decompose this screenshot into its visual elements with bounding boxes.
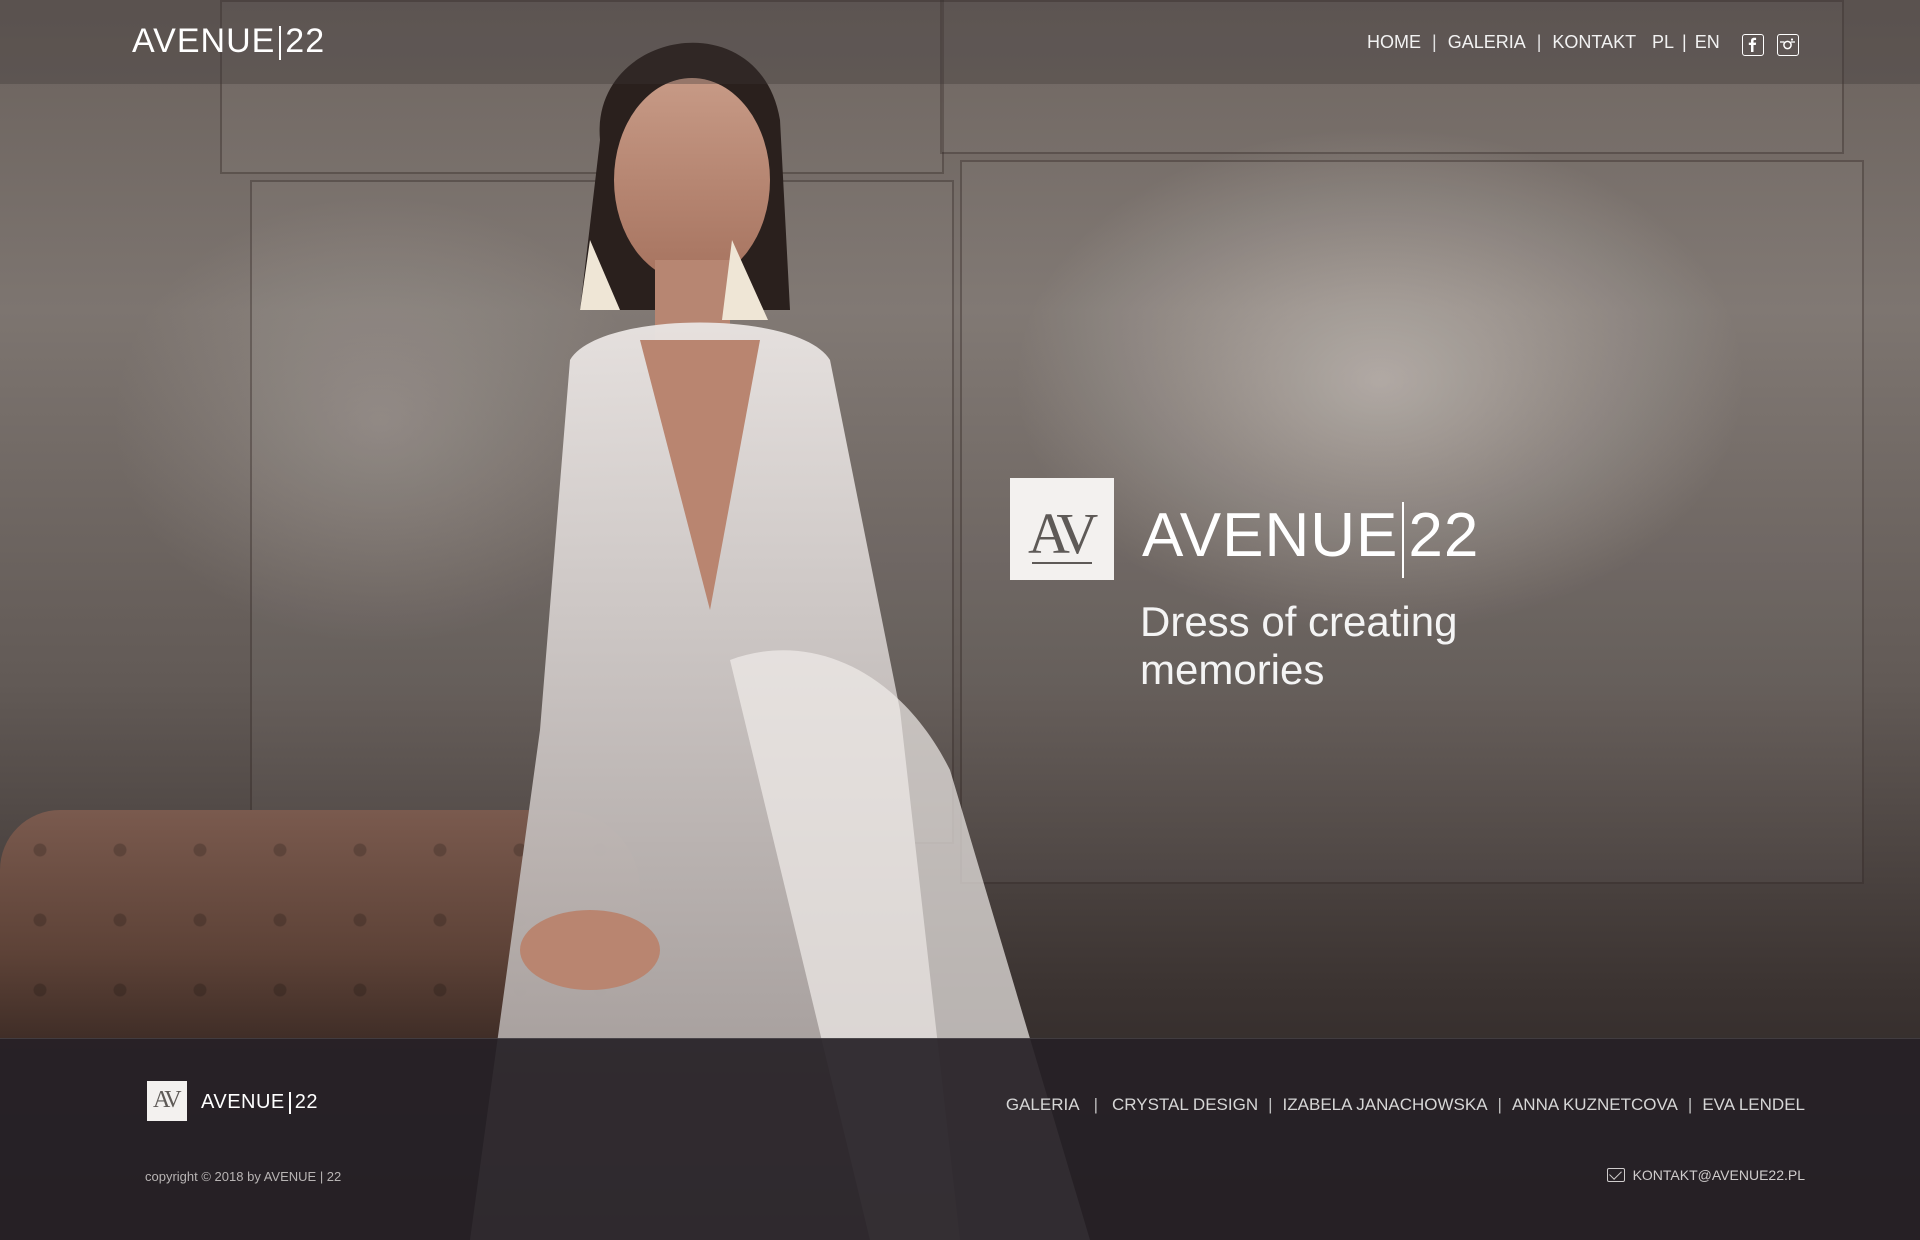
- page: AVENUE 22 HOME | GALERIA | KONTAKT PL | E…: [0, 0, 1920, 1240]
- copyright-text: copyright © 2018 by AVENUE | 22: [145, 1169, 342, 1184]
- footer-nav-separator: |: [1687, 1095, 1693, 1114]
- footer-nav: GALERIA | CRYSTAL DESIGN | IZABELA JANAC…: [1006, 1095, 1805, 1115]
- footer-link-galeria[interactable]: GALERIA: [1006, 1095, 1080, 1115]
- footer-brand-right: 22: [294, 1091, 319, 1113]
- hero-brand: AVENUE 22: [1142, 500, 1479, 578]
- footer-link-izabela-janachowska[interactable]: IZABELA JANACHOWSKA: [1283, 1095, 1488, 1115]
- footer-brand[interactable]: AVENUE 22: [201, 1091, 318, 1114]
- nav-item-home[interactable]: HOME: [1367, 32, 1421, 53]
- nav-separator: |: [1432, 32, 1437, 52]
- mail-icon: [1606, 1168, 1625, 1182]
- hero-av-logo-text: AV: [1028, 501, 1098, 566]
- lang-pl[interactable]: PL: [1652, 32, 1674, 53]
- lang-en[interactable]: EN: [1695, 32, 1720, 53]
- footer-av-logo[interactable]: AV: [147, 1081, 187, 1121]
- footer-email[interactable]: KONTAKT@AVENUE22.PL: [1606, 1167, 1805, 1183]
- facebook-icon[interactable]: [1742, 34, 1764, 56]
- footer-link-crystal-design[interactable]: CRYSTAL DESIGN: [1112, 1095, 1258, 1115]
- header-logo[interactable]: AVENUE 22: [132, 22, 325, 61]
- logo-text-left: AVENUE: [132, 22, 276, 60]
- footer-brand-divider: [288, 1091, 291, 1114]
- logo-divider: [279, 26, 282, 61]
- footer-link-eva-lendel[interactable]: EVA LENDEL: [1702, 1095, 1805, 1115]
- nav-separator: |: [1536, 32, 1542, 52]
- lang-separator: |: [1682, 32, 1687, 52]
- hero-av-logo: AV: [1010, 478, 1114, 580]
- footer: AV AVENUE 22 GALERIA | CRYSTAL DESIGN | I…: [0, 1038, 1920, 1240]
- footer-brand-left: AVENUE: [201, 1091, 285, 1113]
- hero-brand-right: 22: [1408, 501, 1480, 570]
- hero-brand-left: AVENUE: [1142, 501, 1399, 570]
- logo-text-right: 22: [285, 22, 326, 60]
- footer-nav-separator: |: [1268, 1095, 1273, 1114]
- hero-brand-divider: [1402, 501, 1405, 578]
- language-switcher: PL | EN: [1652, 32, 1720, 53]
- footer-email-text: KONTAKT@AVENUE22.PL: [1632, 1167, 1805, 1183]
- hero-tagline: Dress of creating memories: [1140, 598, 1458, 693]
- footer-av-logo-text: AV: [153, 1087, 182, 1113]
- footer-link-anna-kuznetcova[interactable]: ANNA KUZNETCOVA: [1512, 1095, 1678, 1115]
- nav-item-galeria[interactable]: GALERIA: [1448, 32, 1526, 53]
- instagram-icon[interactable]: [1777, 34, 1799, 56]
- footer-nav-separator: |: [1497, 1095, 1502, 1114]
- hero-av-logo-underline: [1032, 562, 1092, 564]
- nav-item-kontakt[interactable]: KONTAKT: [1552, 32, 1636, 53]
- main-nav: HOME | GALERIA | KONTAKT: [1367, 32, 1636, 53]
- footer-nav-separator: |: [1093, 1095, 1098, 1114]
- header-bar: AVENUE 22 HOME | GALERIA | KONTAKT PL | E…: [0, 0, 1920, 84]
